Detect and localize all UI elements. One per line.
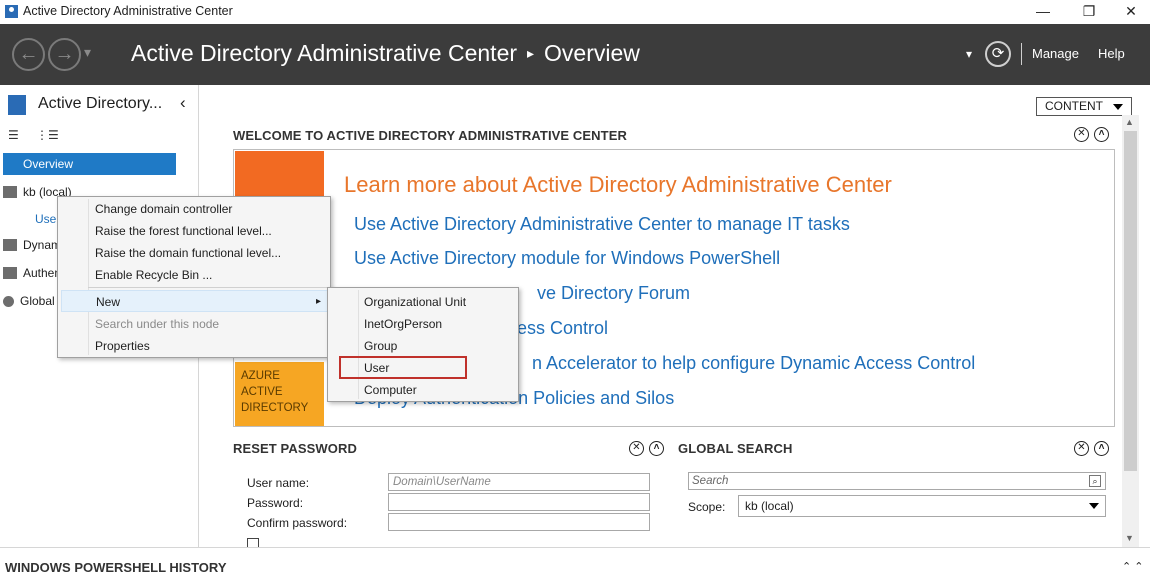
- powershell-history-title: WINDOWS POWERSHELL HISTORY: [5, 560, 227, 575]
- new-submenu: Organizational Unit InetOrgPerson Group …: [327, 287, 519, 402]
- username-input[interactable]: Domain\UserName: [388, 473, 650, 491]
- folder-icon: [3, 267, 17, 279]
- search-icon: [3, 296, 14, 307]
- link-dynamic-access-control[interactable]: ess Control: [517, 318, 608, 339]
- scope-label: Scope:: [688, 500, 726, 514]
- nav-title: Active Directory...: [38, 95, 163, 112]
- link-forum[interactable]: ve Directory Forum: [537, 283, 690, 304]
- password-input[interactable]: [388, 493, 650, 511]
- collapse-section-icon[interactable]: ˄: [1094, 127, 1109, 142]
- scope-dropdown[interactable]: kb (local): [738, 495, 1106, 517]
- scrollbar-thumb[interactable]: [1124, 131, 1137, 471]
- nav-item-label: Overview: [23, 157, 74, 171]
- menu-item-change-dc[interactable]: Change domain controller: [95, 198, 232, 220]
- users-icon: [8, 95, 26, 115]
- checkbox[interactable]: [247, 538, 259, 547]
- window-title: Active Directory Administrative Center: [23, 4, 233, 18]
- nav-item-users[interactable]: Use: [35, 208, 56, 230]
- header-bar: ← → ▾ Active Directory Administrative Ce…: [0, 24, 1150, 85]
- search-icon[interactable]: ⌕: [1089, 475, 1101, 487]
- chevron-down-icon: [1113, 104, 1123, 110]
- scroll-down-icon[interactable]: ▼: [1125, 533, 1134, 543]
- menu-item-raise-forest-level[interactable]: Raise the forest functional level...: [95, 220, 272, 242]
- azure-ad-tile[interactable]: AZURE ACTIVE DIRECTORY: [235, 362, 324, 426]
- restore-button[interactable]: ❐: [1066, 0, 1112, 24]
- submenu-item-inetorgperson[interactable]: InetOrgPerson: [364, 313, 442, 335]
- menu-separator: [88, 287, 328, 288]
- welcome-section-title: WELCOME TO ACTIVE DIRECTORY ADMINISTRATI…: [233, 128, 627, 143]
- nav-item-label: Use: [35, 212, 57, 226]
- vertical-scrollbar[interactable]: ▲ ▼: [1122, 115, 1139, 547]
- content-dropdown[interactable]: CONTENT: [1036, 97, 1132, 116]
- link-dac-accelerator[interactable]: n Accelerator to help configure Dynamic …: [532, 353, 975, 374]
- scope-value: kb (local): [745, 499, 794, 513]
- header-divider: [1021, 43, 1022, 65]
- breadcrumb-page[interactable]: Overview: [544, 40, 640, 66]
- confirm-password-label: Confirm password:: [247, 516, 348, 530]
- submenu-item-organizational-unit[interactable]: Organizational Unit: [364, 291, 466, 313]
- reset-password-title: RESET PASSWORD: [233, 441, 357, 456]
- app-icon: [5, 5, 18, 18]
- list-view-icon[interactable]: ☰: [8, 128, 22, 142]
- menu-item-new[interactable]: New ▸: [61, 290, 328, 312]
- content-dropdown-value: CONTENT: [1045, 99, 1103, 113]
- menu-item-properties[interactable]: Properties: [95, 335, 150, 357]
- scroll-up-icon[interactable]: ▲: [1125, 117, 1134, 127]
- submenu-item-computer[interactable]: Computer: [364, 379, 417, 401]
- menu-gutter: [358, 290, 359, 399]
- history-dropdown-icon[interactable]: ▾: [84, 44, 91, 61]
- confirm-password-input[interactable]: [388, 513, 650, 531]
- title-bar: Active Directory Administrative Center —…: [0, 0, 1150, 24]
- chevron-down-icon: [1089, 503, 1099, 509]
- collapse-nav-icon[interactable]: ‹: [180, 93, 186, 113]
- expand-history-icon[interactable]: ⌃ ⌃: [1122, 560, 1150, 573]
- close-button[interactable]: ✕: [1112, 0, 1150, 24]
- refresh-icon[interactable]: ⟳: [985, 41, 1011, 67]
- powershell-history-panel: WINDOWS POWERSHELL HISTORY ⌃ ⌃: [0, 547, 1150, 577]
- menu-item-enable-recycle-bin[interactable]: Enable Recycle Bin ...: [95, 264, 212, 286]
- collapse-section-icon[interactable]: ˄: [1094, 441, 1109, 456]
- close-section-icon[interactable]: ✕: [629, 441, 644, 456]
- highlight-annotation: [339, 356, 467, 379]
- password-label: Password:: [247, 496, 304, 510]
- menu-item-search-under-node[interactable]: Search under this node: [95, 313, 219, 335]
- link-manage-it-tasks[interactable]: Use Active Directory Administrative Cent…: [354, 214, 850, 235]
- menu-gutter: [88, 199, 89, 355]
- nav-item-overview[interactable]: Overview: [3, 153, 176, 175]
- collapse-section-icon[interactable]: ˄: [649, 441, 664, 456]
- domain-icon: [3, 186, 17, 198]
- help-menu[interactable]: Help: [1098, 46, 1125, 61]
- global-search-title: GLOBAL SEARCH: [678, 441, 793, 456]
- global-search-input[interactable]: Search: [688, 472, 1106, 490]
- menu-item-label: New: [96, 295, 121, 309]
- link-powershell-module[interactable]: Use Active Directory module for Windows …: [354, 248, 780, 269]
- menu-item-raise-domain-level[interactable]: Raise the domain functional level...: [95, 242, 281, 264]
- username-label: User name:: [247, 476, 310, 490]
- breadcrumb-app[interactable]: Active Directory Administrative Center: [131, 40, 517, 66]
- back-button[interactable]: ←: [12, 38, 45, 71]
- submenu-item-group[interactable]: Group: [364, 335, 397, 357]
- header-dropdown-icon[interactable]: ▾: [966, 47, 972, 61]
- forward-button[interactable]: →: [48, 38, 81, 71]
- close-section-icon[interactable]: ✕: [1074, 441, 1089, 456]
- tree-view-icon[interactable]: ⋮☰: [36, 128, 59, 142]
- folder-icon: [3, 239, 17, 251]
- submenu-arrow-icon: ▸: [315, 296, 321, 307]
- breadcrumb: Active Directory Administrative Center ▸ O…: [131, 40, 640, 67]
- context-menu: Change domain controller Raise the fores…: [57, 196, 331, 358]
- manage-menu[interactable]: Manage: [1032, 46, 1079, 61]
- close-section-icon[interactable]: ✕: [1074, 127, 1089, 142]
- minimize-button[interactable]: —: [1020, 0, 1066, 24]
- breadcrumb-separator-icon: ▸: [527, 45, 535, 61]
- learn-more-heading: Learn more about Active Directory Admini…: [344, 172, 892, 197]
